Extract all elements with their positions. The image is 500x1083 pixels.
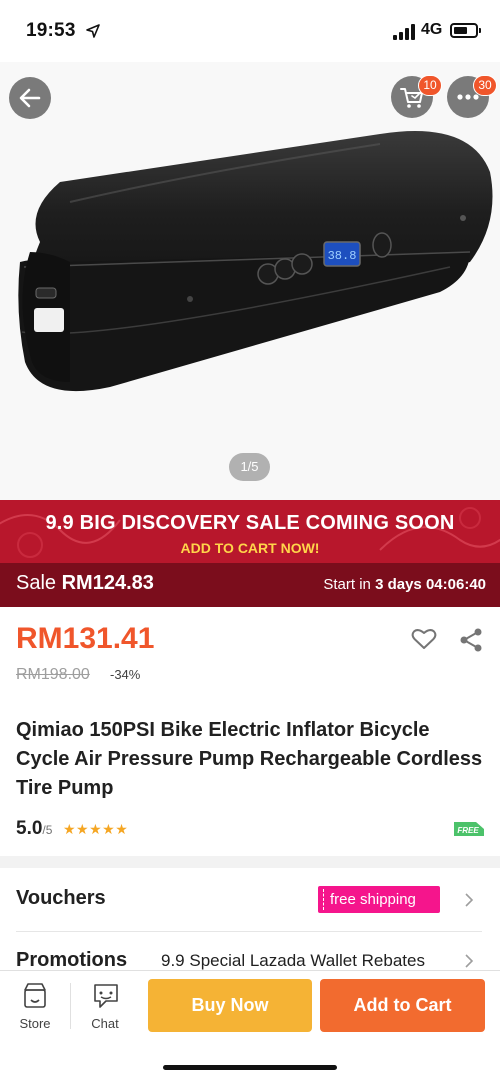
arrow-left-icon: [19, 88, 41, 108]
row-separator: [16, 931, 482, 932]
device-display-value: 38.8: [328, 249, 357, 263]
free-shipping-tag: FREE: [457, 826, 479, 835]
banner-subtitle: ADD TO CART NOW!: [180, 540, 320, 556]
chat-icon: [94, 984, 118, 1008]
share-icon[interactable]: [458, 627, 484, 653]
rating-stars: ★★★★★: [63, 821, 129, 837]
original-price: RM198.00: [16, 666, 90, 683]
cart-count-badge: 10: [418, 75, 442, 96]
voucher-tag-free-shipping[interactable]: free shipping: [318, 886, 440, 913]
current-price: RM131.41: [16, 622, 155, 655]
banner-title: 9.9 BIG DISCOVERY SALE COMING SOON: [45, 512, 455, 534]
free-shipping-truck-icon: FREE: [454, 822, 484, 836]
battery-icon: [450, 23, 478, 38]
rating-value: 5.0: [16, 818, 43, 839]
promotions-label[interactable]: Promotions: [16, 949, 127, 972]
sale-countdown: Start in 3 days 04:06:40: [323, 576, 486, 593]
product-image: 38.8: [18, 131, 493, 392]
back-button[interactable]: [9, 77, 51, 119]
chevron-right-icon[interactable]: [463, 954, 475, 968]
product-image-gallery[interactable]: 38.8 10 30 1/5: [0, 62, 500, 500]
sale-prefix: Sale: [16, 572, 57, 594]
rating-max: /5: [42, 823, 53, 837]
product-title: Qimiao 150PSI Bike Electric Inflator Bic…: [16, 719, 483, 799]
bottom-action-bar: Store Chat Buy Now Add to Cart: [0, 970, 500, 1040]
location-arrow-icon: [86, 24, 100, 38]
countdown-prefix: Start in: [323, 576, 371, 593]
campaign-banner[interactable]: 9.9 BIG DISCOVERY SALE COMING SOON ADD T…: [0, 500, 500, 607]
promotion-text[interactable]: 9.9 Special Lazada Wallet Rebates: [161, 951, 425, 971]
sale-price-label: Sale RM124.83: [16, 572, 154, 595]
battery-tip: [479, 28, 481, 33]
countdown-days: 3 days: [375, 576, 422, 593]
sale-strip: Sale RM124.83 Start in 3 days 04:06:40: [0, 563, 500, 607]
heart-icon[interactable]: [411, 627, 437, 651]
sale-price: RM124.83: [61, 572, 154, 594]
store-button[interactable]: Store: [0, 971, 70, 1041]
vouchers-label[interactable]: Vouchers: [16, 887, 106, 910]
countdown-time: 04:06:40: [425, 576, 486, 593]
rating-score[interactable]: 5.0/5: [16, 818, 52, 840]
signal-strength-icon: [393, 24, 417, 40]
network-type: 4G: [421, 21, 443, 38]
status-bar: 19:53 4G: [0, 0, 500, 62]
section-divider: [0, 856, 500, 868]
store-icon: [24, 983, 46, 1008]
discount-percent: -34%: [110, 667, 141, 682]
notification-count-badge: 30: [473, 75, 497, 96]
store-label: Store: [19, 1016, 51, 1031]
status-time: 19:53: [26, 20, 76, 41]
home-indicator[interactable]: [163, 1065, 337, 1070]
buy-now-button[interactable]: Buy Now: [148, 979, 312, 1032]
chevron-right-icon[interactable]: [463, 893, 475, 907]
chat-label: Chat: [91, 1016, 119, 1031]
chat-button[interactable]: Chat: [70, 971, 140, 1041]
add-to-cart-button[interactable]: Add to Cart: [320, 979, 485, 1032]
image-counter: 1/5: [229, 453, 270, 481]
